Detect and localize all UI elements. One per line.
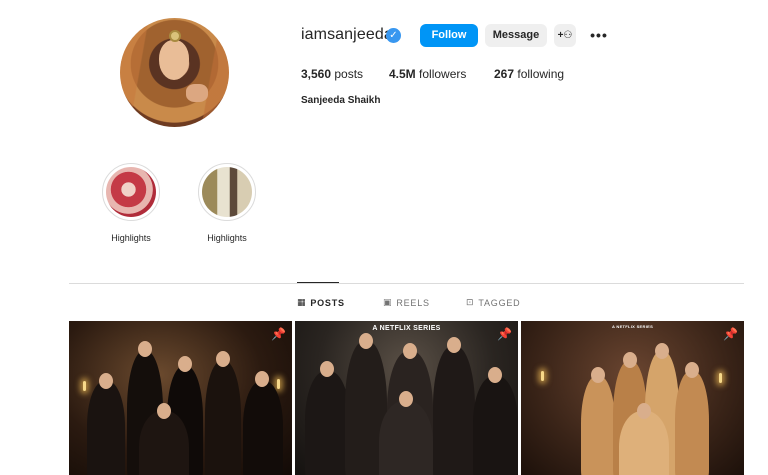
active-tab-indicator	[297, 282, 339, 283]
following-label: following	[517, 67, 565, 81]
tabs-divider	[69, 283, 744, 284]
story-highlight-1[interactable]	[102, 163, 160, 221]
figure-head	[591, 367, 605, 383]
highlight-label-1: Highlights	[111, 233, 151, 243]
tab-reels-label: REELS	[396, 297, 430, 308]
figure	[205, 361, 241, 475]
figure-head	[359, 333, 373, 349]
pinned-post-icon: 📌	[271, 327, 286, 341]
figure-head	[685, 362, 699, 378]
figure	[305, 371, 350, 475]
posts-label: posts	[334, 67, 364, 81]
avatar-face	[159, 40, 189, 80]
profile-avatar[interactable]	[120, 18, 229, 127]
tab-tagged[interactable]: ⊡ TAGGED	[466, 297, 520, 308]
candle-light	[83, 381, 86, 391]
figure-head	[320, 361, 334, 377]
follow-button[interactable]: Follow	[420, 24, 478, 47]
pinned-post-icon: 📌	[497, 327, 512, 341]
figure	[139, 411, 189, 475]
tab-posts[interactable]: ▦ POSTS	[297, 297, 345, 308]
candle-light	[277, 379, 280, 389]
tagged-icon: ⊡	[466, 297, 475, 307]
figure-head	[488, 367, 502, 383]
post-tile-2[interactable]: A NETFLIX SERIES 📌	[295, 321, 518, 475]
figure	[243, 381, 283, 475]
highlight-label-2: Highlights	[207, 233, 247, 243]
message-button[interactable]: Message	[485, 24, 547, 47]
figure-head	[178, 356, 192, 372]
netflix-series-text: A NETFLIX SERIES	[611, 324, 654, 329]
figure	[619, 411, 669, 475]
posts-count: 3,560	[301, 67, 332, 81]
figure-head	[157, 403, 171, 419]
avatar-hand	[186, 84, 208, 102]
avatar-maang-tikka	[169, 30, 181, 42]
tab-posts-label: POSTS	[310, 297, 345, 308]
followers-count: 4.5M	[389, 67, 416, 81]
figure-head	[655, 343, 669, 359]
tab-tagged-label: TAGGED	[478, 297, 521, 308]
netflix-series-text: A NETFLIX SERIES	[372, 325, 441, 332]
figure-head	[637, 403, 651, 419]
tab-reels[interactable]: ▣ REELS	[383, 297, 430, 308]
figure	[379, 401, 433, 475]
figure	[581, 376, 615, 475]
posts-count-stat: 3,560 posts	[301, 67, 363, 81]
figure-head	[138, 341, 152, 357]
followers-count-stat[interactable]: 4.5M followers	[389, 67, 466, 81]
pinned-post-icon: 📌	[723, 327, 738, 341]
figure-head	[255, 371, 269, 387]
following-count-stat[interactable]: 267 following	[494, 67, 564, 81]
more-options-icon[interactable]: •••	[589, 24, 609, 47]
followers-label: followers	[419, 67, 467, 81]
figure-head	[623, 352, 637, 368]
highlight-cover-2	[202, 167, 252, 217]
profile-full-name: Sanjeeda Shaikh	[301, 95, 381, 106]
figure	[473, 376, 518, 475]
post-tile-1[interactable]: 📌	[69, 321, 292, 475]
candle-light	[719, 373, 722, 383]
figure-head	[99, 373, 113, 389]
post-tile-3[interactable]: A NETFLIX SERIES 📌	[521, 321, 744, 475]
highlight-cover-1	[106, 167, 156, 217]
following-count: 267	[494, 67, 515, 81]
figure-head	[403, 343, 417, 359]
figure	[433, 346, 475, 475]
grid-icon: ▦	[297, 297, 307, 307]
profile-username: iamsanjeeda	[301, 26, 393, 43]
verified-badge-icon: ✓	[386, 28, 401, 43]
figure-head	[216, 351, 230, 367]
candle-light	[541, 371, 544, 381]
figure	[675, 371, 709, 475]
add-user-icon[interactable]: +⚇	[554, 24, 576, 47]
story-highlight-2[interactable]	[198, 163, 256, 221]
figure	[87, 381, 125, 475]
figure-head	[399, 391, 413, 407]
figure-head	[447, 337, 461, 353]
reels-icon: ▣	[383, 297, 393, 307]
